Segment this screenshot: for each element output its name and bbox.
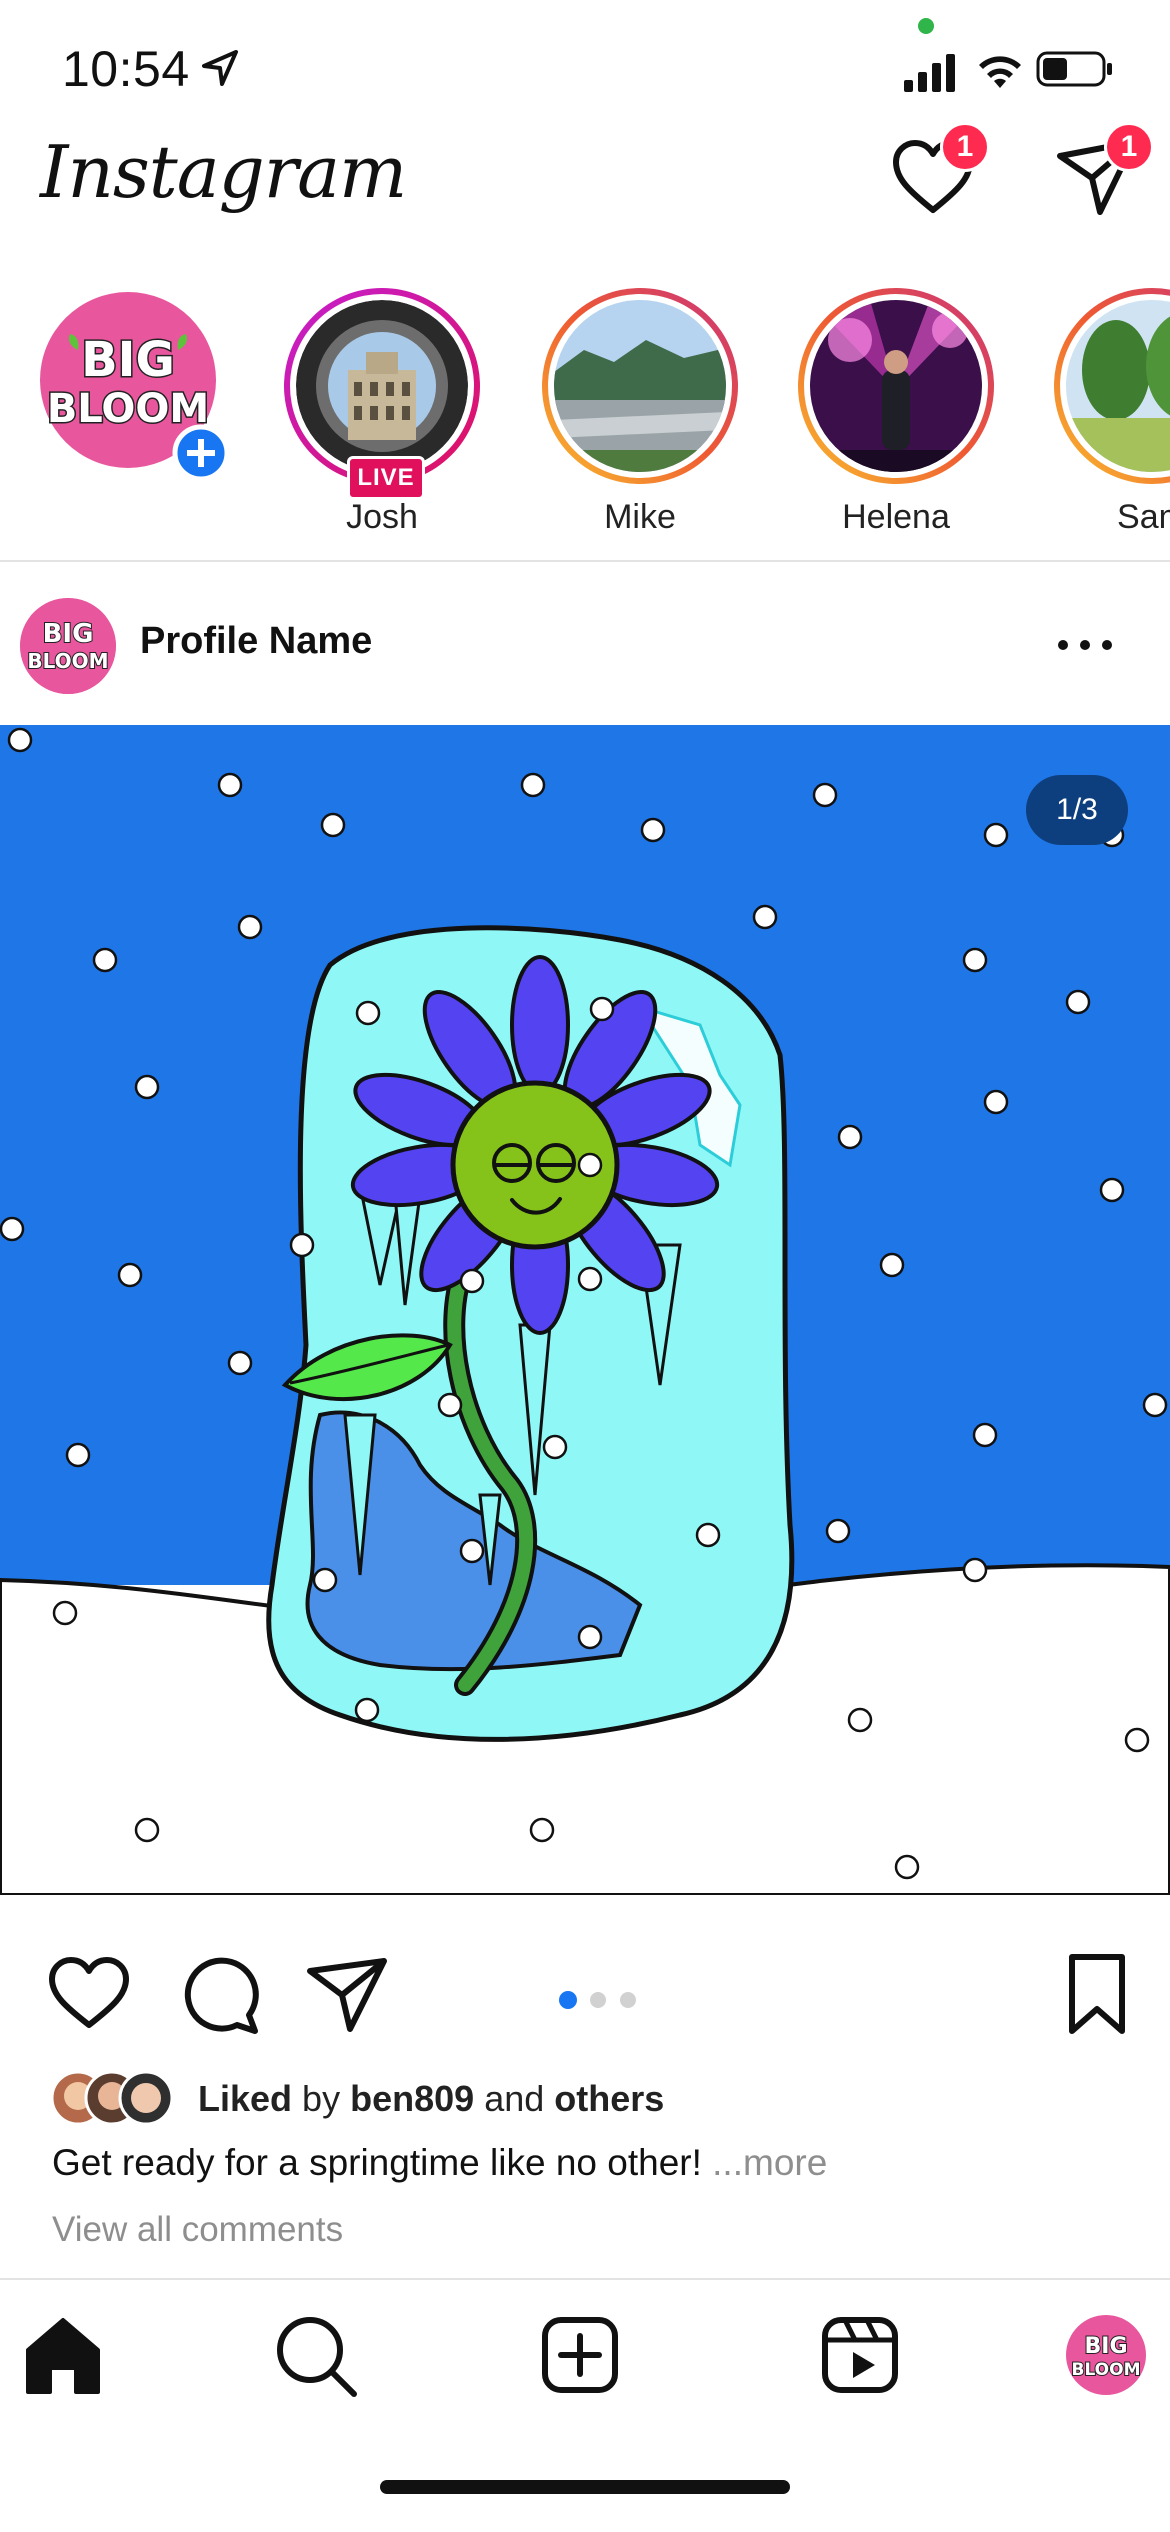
story-sam[interactable]: Sam [1042, 278, 1170, 548]
story-ring [542, 288, 738, 484]
activity-button[interactable]: 1 [888, 122, 990, 222]
view-comments-link[interactable]: View all comments [52, 2210, 343, 2250]
search-icon[interactable] [270, 2310, 360, 2400]
story-name: Helena [842, 498, 950, 536]
liked-by-user[interactable]: ben809 [350, 2078, 474, 2119]
post-avatar[interactable]: BIG BLOOM [20, 598, 116, 694]
svg-text:BIG: BIG [1084, 2334, 1127, 2359]
cellular-signal-icon [904, 54, 955, 92]
caption-text: Get ready for a springtime like no other… [52, 2142, 702, 2183]
story-helena[interactable]: Helena [786, 278, 1006, 548]
liked-and-word: and [484, 2078, 545, 2119]
add-story-icon[interactable] [172, 424, 230, 482]
location-arrow-icon [202, 50, 238, 86]
like-icon[interactable] [44, 1949, 134, 2039]
story-mike[interactable]: Mike [530, 278, 750, 548]
story-photo [810, 300, 982, 472]
svg-text:BLOOM: BLOOM [27, 649, 108, 673]
liked-others[interactable]: others [554, 2078, 664, 2119]
likes-row[interactable]: Liked by ben809 and others [50, 2070, 1150, 2130]
post-caption: Get ready for a springtime like no other… [52, 2142, 827, 2184]
stories-tray: BIG BLOOM LIVE Josh Mike Helena Sa [0, 270, 1170, 560]
direct-messages-button[interactable]: 1 [1052, 122, 1154, 222]
live-badge: LIVE [347, 456, 425, 500]
liker-avatars [50, 2070, 174, 2126]
bookmark-icon[interactable] [1052, 1949, 1142, 2039]
stories-divider [0, 560, 1170, 562]
frozen-flower-illustration [0, 725, 1170, 1895]
activity-badge: 1 [940, 122, 990, 172]
app-header: Instagram 1 1 [0, 122, 1170, 270]
instagram-logo[interactable]: Instagram [40, 130, 407, 214]
privacy-indicator-dot [918, 18, 934, 34]
profile-avatar-tab[interactable]: BIG BLOOM [1064, 2313, 1148, 2397]
svg-text:BLOOM: BLOOM [1071, 2360, 1140, 2380]
home-indicator [380, 2480, 790, 2494]
home-icon[interactable] [18, 2310, 108, 2400]
status-bar: 10:54 [0, 0, 1170, 140]
post-profile-name[interactable]: Profile Name [140, 620, 372, 663]
battery-icon [1036, 51, 1112, 87]
reels-icon[interactable] [815, 2310, 905, 2400]
post-actions [0, 1935, 1170, 2055]
story-own[interactable]: BIG BLOOM [20, 278, 240, 548]
story-ring [1054, 288, 1170, 484]
liked-label: Liked [198, 2078, 293, 2119]
post-image[interactable]: 1/3 [0, 725, 1170, 1895]
bottom-tab-bar: BIG BLOOM [0, 2280, 1170, 2420]
story-josh[interactable]: LIVE Josh [272, 278, 492, 548]
messages-badge: 1 [1104, 122, 1154, 172]
share-icon[interactable] [302, 1949, 392, 2039]
story-name: Josh [346, 498, 418, 536]
likes-text: Liked by ben809 and others [198, 2078, 664, 2120]
story-ring [284, 288, 480, 484]
story-photo [296, 300, 468, 472]
svg-text:BIG: BIG [81, 332, 175, 388]
create-post-icon[interactable] [535, 2310, 625, 2400]
liked-by-word: by [302, 2078, 341, 2119]
story-name: Mike [604, 498, 676, 536]
carousel-dots [559, 1991, 636, 2009]
svg-text:BIG: BIG [43, 619, 94, 649]
story-name: Sam [1117, 498, 1170, 536]
caption-more-link[interactable]: ...more [712, 2142, 827, 2183]
post-header: BIG BLOOM Profile Name [0, 580, 1170, 710]
status-time: 10:54 [62, 41, 190, 97]
more-options-icon[interactable] [1050, 620, 1120, 670]
story-ring [798, 288, 994, 484]
carousel-page-indicator: 1/3 [1026, 775, 1128, 845]
story-photo [554, 300, 726, 472]
story-photo [1066, 300, 1170, 472]
comment-icon[interactable] [175, 1949, 265, 2039]
wifi-icon [979, 56, 1021, 88]
